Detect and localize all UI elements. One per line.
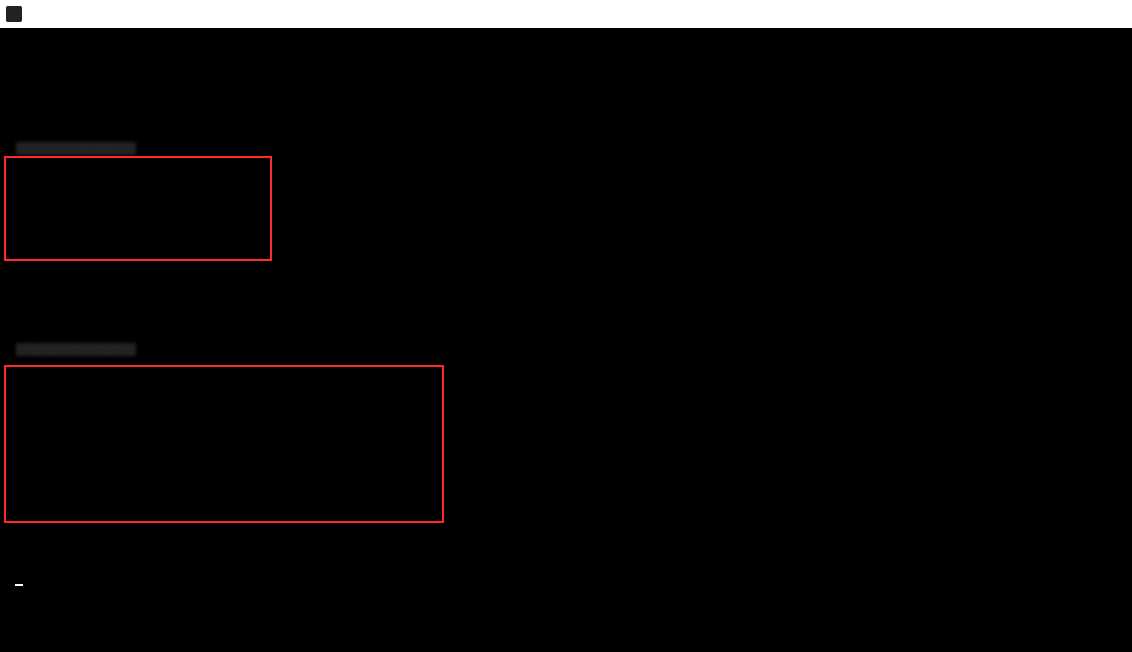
annotation-box [4,156,272,261]
terminal-output[interactable] [0,28,1132,652]
prompt-line [6,141,1126,157]
conda-columns-header [6,451,1126,467]
window-controls [1032,7,1126,21]
window-titlebar[interactable] [0,0,1132,28]
pip-header [6,187,1126,203]
maximize-button[interactable] [1072,7,1086,21]
prompt-line-active[interactable] [6,575,1126,591]
redacted-text [16,343,136,356]
close-button[interactable] [1104,7,1118,21]
redacted-text [16,142,136,155]
app-icon [6,6,22,22]
cursor-icon [15,584,23,586]
prompt-line [6,342,1126,358]
minimize-button[interactable] [1040,7,1054,21]
annotation-box [4,365,444,523]
